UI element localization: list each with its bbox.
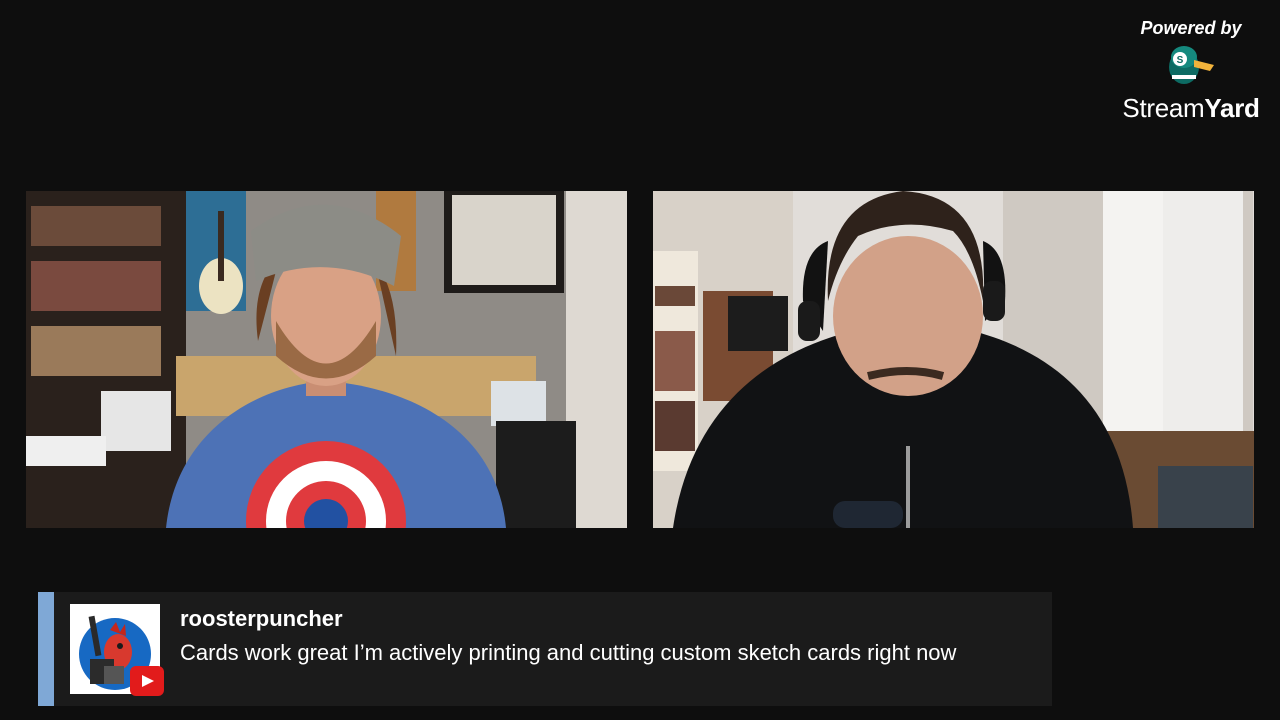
- powered-by-label: Powered by: [1140, 18, 1242, 38]
- brand-name: StreamYard: [1122, 93, 1260, 123]
- video-tile-guest: [653, 191, 1254, 528]
- comment-text: Cards work great I’m actively printing a…: [180, 640, 957, 665]
- comment-author: roosterpuncher: [180, 606, 343, 631]
- avatar: [70, 604, 164, 696]
- video-feed-host: [26, 191, 627, 528]
- youtube-icon: [130, 666, 164, 696]
- streamyard-branding: Powered by S StreamYard: [1116, 18, 1266, 124]
- video-feed-guest: [653, 191, 1254, 528]
- comment-banner: roosterpuncher Cards work great I’m acti…: [38, 592, 1052, 706]
- svg-text:S: S: [1177, 55, 1184, 66]
- comment-accent-bar: [38, 592, 54, 706]
- video-tile-host: [26, 191, 627, 528]
- duck-icon: S: [1169, 46, 1214, 84]
